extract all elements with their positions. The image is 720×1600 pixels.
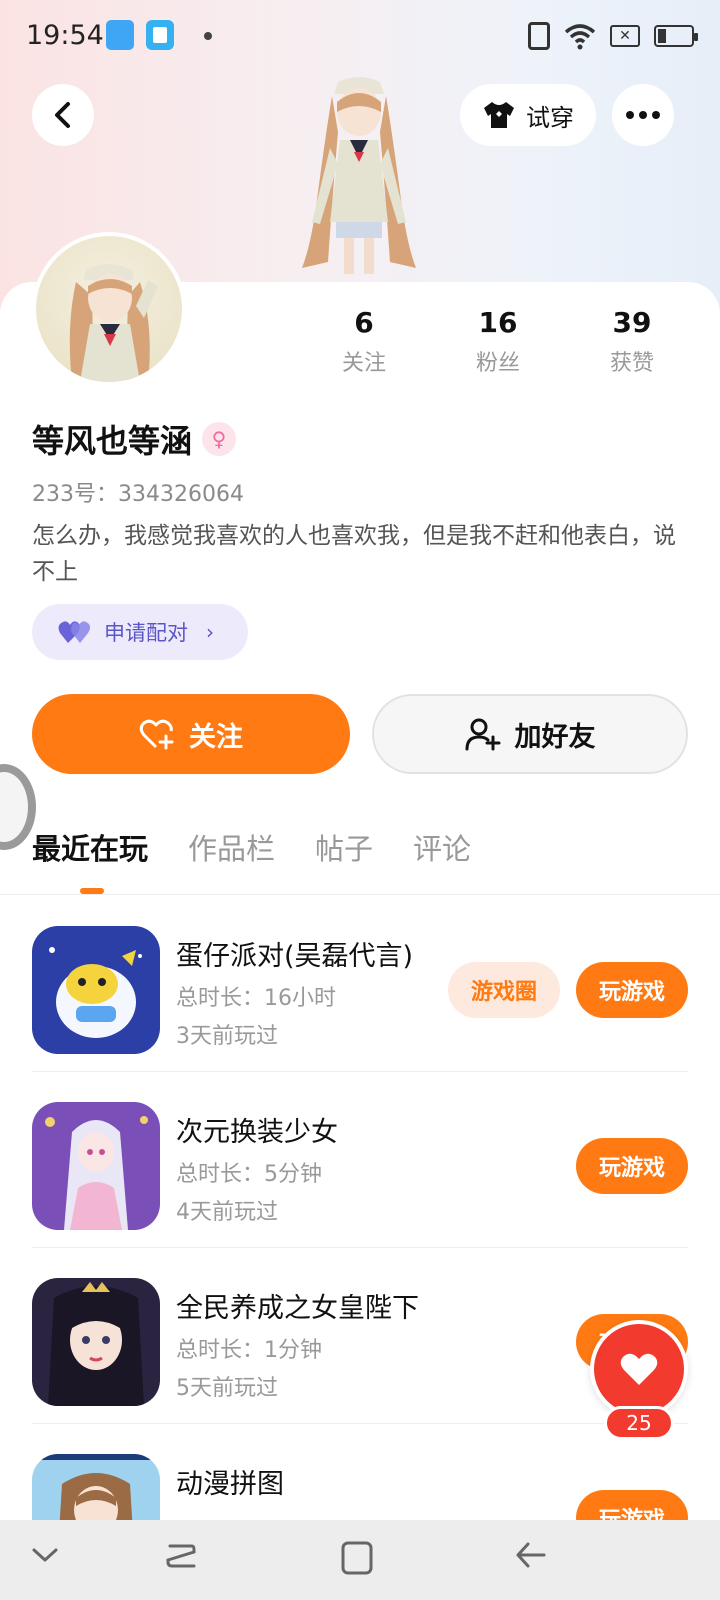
game-icon-eggy-party[interactable]	[32, 926, 160, 1054]
stat-likes-value: 39	[612, 306, 652, 339]
home-square-icon[interactable]	[340, 1540, 374, 1576]
system-navigation-bar	[0, 1520, 720, 1600]
notification-dot-icon	[204, 32, 212, 40]
more-dots-icon	[626, 111, 634, 119]
game-row[interactable]: 次元换装少女 总时长：5分钟 4天前玩过 玩游戏	[0, 1072, 720, 1248]
game-last-played: 4天前玩过	[176, 1200, 278, 1225]
stat-following-value: 6	[354, 306, 374, 339]
game-duration: 总时长：1分钟	[176, 1338, 322, 1363]
game-title: 全民养成之女皇陛下	[176, 1293, 419, 1324]
request-pair-label: 申请配对	[104, 621, 188, 645]
stat-fans-value: 16	[478, 306, 518, 339]
request-pair-button[interactable]: 申请配对 ›	[32, 604, 248, 660]
status-indicators: ✕	[528, 20, 698, 52]
more-options-button[interactable]	[612, 84, 674, 146]
status-time: 19:54	[26, 20, 104, 51]
chevron-left-icon	[55, 102, 70, 128]
game-last-played: 3天前玩过	[176, 1024, 278, 1049]
try-on-label: 试穿	[526, 103, 574, 132]
stat-likes[interactable]: 39 获赞	[572, 306, 692, 377]
chevron-down-icon[interactable]	[30, 1540, 60, 1570]
game-row[interactable]: 蛋仔派对(吴磊代言) 总时长：16小时 3天前玩过 游戏圈 玩游戏	[0, 896, 720, 1072]
back-arrow-icon[interactable]	[514, 1540, 548, 1570]
tab-posts[interactable]: 帖子	[315, 826, 373, 882]
chevron-right-icon: ›	[206, 620, 214, 644]
play-game-button[interactable]: 玩游戏	[576, 962, 688, 1018]
tab-comments[interactable]: 评论	[413, 826, 471, 882]
add-friend-button[interactable]: 加好友	[372, 694, 688, 774]
avatar[interactable]	[32, 232, 186, 386]
female-gender-icon: ♀	[202, 422, 236, 456]
stat-following-label: 关注	[341, 351, 386, 376]
game-icon-empress[interactable]	[32, 1278, 160, 1406]
game-duration: 总时长：16小时	[176, 986, 336, 1011]
profile-bio: 怎么办，我感觉我喜欢的人也喜欢我，但是我不赶和他表白，说不上	[32, 523, 676, 585]
profile-uid: 233号：334326064	[32, 482, 244, 507]
game-duration: 总时长：5分钟	[176, 1162, 322, 1187]
wifi-icon	[564, 24, 596, 50]
heart-icon	[620, 1353, 658, 1385]
profile-stats: 6 关注 16 粉丝 39 获赞	[300, 306, 700, 386]
no-sim-icon: ✕	[610, 25, 640, 47]
profile-name: 等风也等涵	[32, 422, 193, 460]
notes-app-icon	[146, 20, 174, 50]
status-bar: 19:54 ✕	[0, 0, 720, 72]
heart-plus-icon	[139, 719, 174, 750]
game-title: 次元换装少女	[176, 1117, 338, 1148]
stat-likes-label: 获赞	[609, 351, 654, 376]
game-icon-dressup-girl[interactable]	[32, 1102, 160, 1230]
double-heart-icon	[58, 621, 91, 643]
add-user-icon	[465, 718, 500, 751]
game-circle-button[interactable]: 游戏圈	[448, 962, 560, 1018]
follow-label: 关注	[189, 721, 243, 753]
shirt-icon	[484, 102, 514, 128]
recent-apps-icon[interactable]	[164, 1540, 198, 1574]
stat-fans-label: 粉丝	[475, 351, 520, 376]
tab-works[interactable]: 作品栏	[188, 826, 275, 882]
like-count-badge: 25	[604, 1406, 674, 1440]
tabs-divider	[0, 894, 720, 895]
battery-icon	[654, 25, 698, 47]
game-title: 动漫拼图	[176, 1469, 284, 1500]
like-button[interactable]	[590, 1320, 688, 1418]
profile-tabs: 最近在玩 作品栏 帖子 评论	[32, 826, 471, 882]
play-game-button[interactable]: 玩游戏	[576, 1138, 688, 1194]
vibrate-icon	[528, 22, 550, 50]
game-title: 蛋仔派对(吴磊代言)	[176, 941, 414, 972]
follow-button[interactable]: 关注	[32, 694, 350, 774]
avatar-character-figure[interactable]	[288, 72, 430, 280]
back-button[interactable]	[32, 84, 94, 146]
stat-fans[interactable]: 16 粉丝	[438, 306, 558, 377]
add-friend-label: 加好友	[514, 721, 596, 753]
try-on-button[interactable]: 试穿	[460, 84, 596, 146]
stat-following[interactable]: 6 关注	[304, 306, 424, 377]
tab-recently-played[interactable]: 最近在玩	[32, 826, 148, 882]
shopping-bag-icon	[106, 20, 134, 50]
game-last-played: 5天前玩过	[176, 1376, 278, 1401]
